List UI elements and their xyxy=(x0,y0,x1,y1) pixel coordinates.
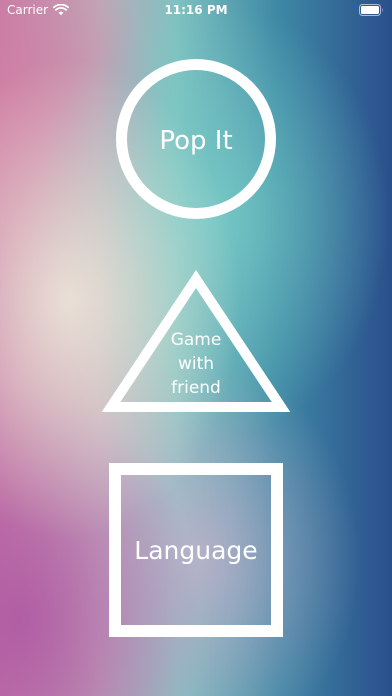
pop-it-label: Pop It xyxy=(159,126,233,156)
status-bar: Carrier 11:16 PM xyxy=(0,0,392,22)
game-with-friend-label-line: Game xyxy=(170,330,222,350)
game-with-friend-label-line: friend xyxy=(171,378,221,398)
game-with-friend-label-line: with xyxy=(177,354,215,374)
language-label: Language xyxy=(134,535,258,565)
language-button[interactable]: Language xyxy=(109,463,283,637)
battery-icon xyxy=(359,4,383,16)
pop-it-button[interactable]: Pop It xyxy=(116,59,276,219)
game-with-friend-button[interactable]: Game with friend xyxy=(101,268,291,414)
status-time: 11:16 PM xyxy=(164,3,228,17)
game-with-friend-label: Game with friend xyxy=(146,328,246,400)
